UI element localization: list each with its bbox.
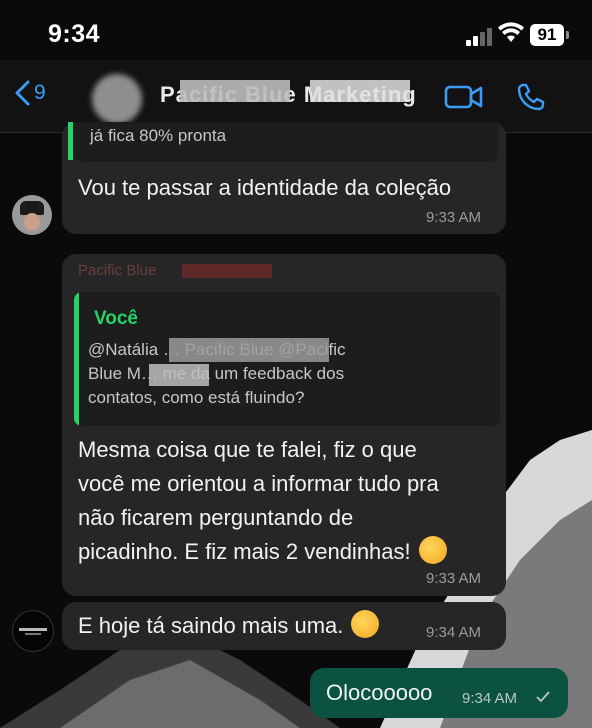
quote-line: contatos, como está fluindo? — [88, 388, 305, 407]
message-text: Olocooooo — [326, 680, 433, 705]
sender-avatar[interactable] — [12, 610, 54, 652]
cellular-signal-icon — [466, 28, 494, 46]
unread-count: 9 — [34, 81, 46, 104]
redaction-blur — [149, 364, 209, 386]
back-button[interactable]: 9 — [14, 80, 46, 106]
quote-preview: já fica 80% pronta — [74, 122, 498, 162]
incoming-message[interactable]: E hoje tá saindo mais uma. 9:34 AM — [62, 602, 506, 650]
outgoing-message[interactable]: Olocooooo 9:34 AM — [310, 668, 568, 718]
quote-line: Blue M… me da um feedback dos — [88, 364, 345, 383]
redaction-blur — [310, 80, 410, 102]
video-call-icon[interactable] — [444, 84, 484, 110]
message-time: 9:33 AM — [426, 209, 482, 226]
message-line: você me orientou a informar tudo pra — [78, 471, 439, 496]
message-time: 9:34 AM — [462, 690, 518, 707]
message-time: 9:33 AM — [426, 570, 482, 587]
quote-author: Você — [94, 308, 139, 329]
status-bar: 9:34 91 — [0, 0, 592, 60]
message-time: 9:34 AM — [426, 624, 482, 641]
message-line-last: picadinho. E fiz mais 2 vendinhas! — [78, 536, 447, 567]
quoted-message[interactable]: Você @Natália … Pacific Blue @Pacific Bl… — [74, 292, 500, 426]
contact-avatar[interactable] — [92, 74, 142, 124]
smiling-face-with-hearts-icon — [418, 536, 447, 564]
quoted-text: já fica 80% pronta — [90, 126, 227, 145]
battery-level: 91 — [530, 24, 564, 46]
incoming-message[interactable]: Pacific Blue Você @Natália … Pacific Blu… — [62, 254, 506, 596]
delivered-check-icon — [536, 691, 550, 703]
redaction-blur — [182, 264, 272, 278]
phone-call-icon[interactable] — [516, 82, 546, 112]
message-text: E hoje tá saindo mais uma. — [78, 610, 380, 641]
incoming-message[interactable]: já fica 80% pronta Vou te passar a ident… — [62, 122, 506, 234]
quote-bar — [68, 122, 73, 160]
zany-face-icon — [351, 610, 380, 638]
battery-icon — [566, 31, 569, 39]
sender-avatar[interactable] — [12, 195, 52, 235]
chevron-left-icon — [15, 80, 30, 106]
wifi-icon — [498, 22, 524, 42]
status-time: 9:34 — [48, 20, 101, 48]
redaction-blur — [169, 338, 329, 362]
message-line: não ficarem perguntando de — [78, 505, 354, 530]
message-text: Vou te passar a identidade da coleção — [78, 175, 452, 200]
redaction-blur — [180, 80, 290, 102]
message-line: Mesma coisa que te falei, fiz o que — [78, 437, 417, 462]
